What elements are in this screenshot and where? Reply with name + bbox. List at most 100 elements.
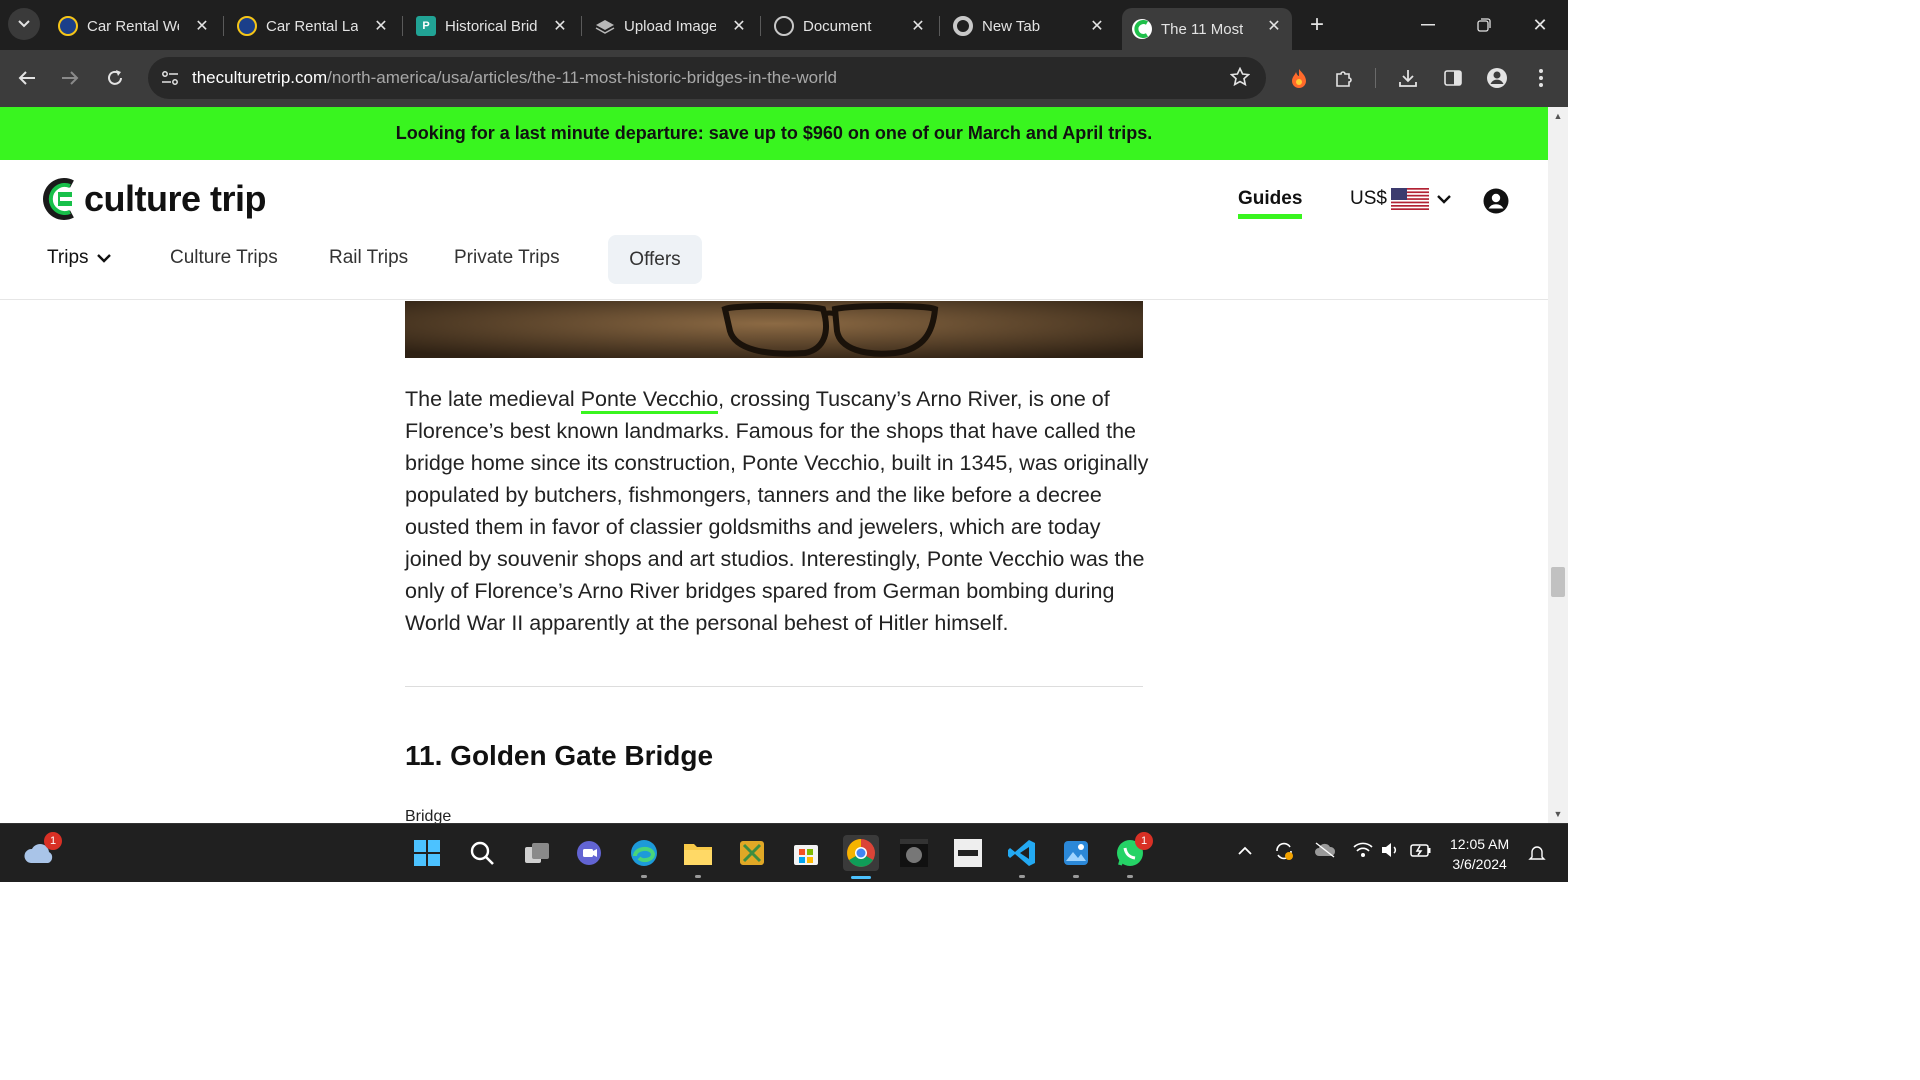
edge-browser-icon	[631, 840, 657, 866]
promo-banner[interactable]: Looking for a last minute departure: sav…	[0, 107, 1548, 160]
pes-game-app[interactable]	[897, 836, 931, 870]
nav-culture-trips[interactable]: Culture Trips	[170, 247, 278, 269]
download-icon[interactable]	[1393, 63, 1423, 93]
volume-icon[interactable]	[1381, 842, 1401, 862]
close-tab-icon[interactable]: ✕	[1264, 16, 1284, 36]
onedrive-offline-icon[interactable]	[1314, 842, 1336, 862]
side-panel-icon[interactable]	[1438, 63, 1468, 93]
extension-fire-icon[interactable]	[1284, 63, 1314, 93]
section-divider	[405, 686, 1143, 687]
minimize-icon	[1421, 24, 1435, 26]
ponte-vecchio-link[interactable]: Ponte Vecchio	[580, 387, 719, 414]
minimize-button[interactable]	[1400, 0, 1456, 50]
nav-trips-dropdown[interactable]: Trips	[47, 247, 111, 269]
weather-badge: 1	[44, 832, 62, 850]
scroll-up-arrow-icon[interactable]: ▲	[1552, 111, 1564, 121]
battery-charging-icon[interactable]	[1410, 842, 1432, 862]
forward-arrow-icon[interactable]	[55, 63, 85, 93]
bookmark-star-icon[interactable]	[1229, 66, 1251, 92]
wifi-icon[interactable]	[1353, 842, 1373, 862]
layers-favicon-icon	[595, 16, 615, 36]
globe-favicon-icon	[774, 16, 794, 36]
extensions-puzzle-icon[interactable]	[1329, 63, 1359, 93]
culture-trip-logo[interactable]: culture trip	[42, 178, 267, 220]
tab-upload-image[interactable]: Upload Image ✕	[585, 8, 757, 44]
close-tab-icon[interactable]: ✕	[908, 16, 928, 36]
whatsapp-app[interactable]: 1	[1113, 832, 1153, 878]
tab-title: Car Rental We	[87, 17, 179, 35]
taskbar-search[interactable]	[465, 836, 499, 870]
folder-icon	[684, 844, 712, 865]
car-rental-favicon-icon	[58, 16, 78, 36]
close-tab-icon[interactable]: ✕	[550, 16, 570, 36]
chevron-down-icon	[18, 20, 30, 28]
scroll-down-arrow-icon[interactable]: ▼	[1552, 809, 1564, 819]
game-icon	[900, 839, 928, 867]
new-tab-button[interactable]: +	[1297, 0, 1337, 50]
address-bar[interactable]: theculturetrip.com/north-america/usa/art…	[148, 57, 1266, 99]
nav-rail-trips[interactable]: Rail Trips	[329, 247, 408, 269]
vscode-icon	[1008, 840, 1035, 866]
close-tab-icon[interactable]: ✕	[192, 16, 212, 36]
tab-title: Historical Brid	[445, 17, 537, 35]
file-explorer-app[interactable]	[681, 836, 715, 878]
guides-link[interactable]: Guides	[1238, 188, 1303, 219]
nav-trips-label: Trips	[47, 247, 89, 268]
snipping-tool-app[interactable]	[735, 836, 769, 870]
vscode-app[interactable]	[1005, 836, 1039, 878]
edge-app[interactable]	[627, 836, 661, 878]
system-clock[interactable]: 12:05 AM 3/6/2024	[1450, 834, 1509, 874]
tab-car-rental-1[interactable]: Car Rental We ✕	[48, 8, 220, 44]
tab-car-rental-2[interactable]: Car Rental Lan ✕	[227, 8, 399, 44]
sync-icon[interactable]	[1273, 840, 1295, 866]
task-view-icon	[525, 843, 549, 863]
page-scrollbar[interactable]: ▲ ▼	[1548, 107, 1568, 823]
game-icon	[954, 839, 982, 867]
culture-trip-favicon-icon	[1132, 19, 1152, 39]
url-domain: theculturetrip.com	[192, 68, 328, 87]
tab-document[interactable]: Document ✕	[764, 8, 936, 44]
close-tab-icon[interactable]: ✕	[371, 16, 391, 36]
close-window-button[interactable]: ✕	[1512, 0, 1568, 50]
nav-offers[interactable]: Offers	[608, 235, 702, 284]
task-view-button[interactable]	[520, 836, 554, 870]
nav-private-trips[interactable]: Private Trips	[454, 247, 560, 269]
site-settings-icon[interactable]	[158, 66, 182, 90]
close-tab-icon[interactable]: ✕	[729, 16, 749, 36]
weather-widget[interactable]: 1	[22, 832, 62, 870]
currency-selector[interactable]: US$	[1350, 188, 1451, 210]
tab-search-button[interactable]	[8, 8, 40, 40]
fifa-game-app[interactable]	[951, 836, 985, 870]
scrollbar-thumb[interactable]	[1551, 567, 1565, 597]
profile-icon[interactable]	[1482, 63, 1512, 93]
chrome-app[interactable]	[843, 835, 879, 879]
tab-historical-bridges[interactable]: P Historical Brid ✕	[406, 8, 578, 44]
tab-title: Document	[803, 17, 872, 35]
section-heading: 11. Golden Gate Bridge	[405, 740, 714, 771]
teams-app[interactable]	[573, 836, 607, 870]
account-icon[interactable]	[1483, 188, 1509, 214]
back-arrow-icon[interactable]	[12, 63, 42, 93]
culture-trip-logo-icon	[43, 178, 74, 220]
running-indicator	[695, 875, 701, 878]
running-indicator	[1127, 875, 1133, 878]
paragraph-body: , crossing Tuscany’s Arno River, is one …	[405, 387, 1149, 635]
menu-kebab-icon[interactable]	[1526, 63, 1556, 93]
tab-new-tab[interactable]: New Tab ✕	[943, 8, 1115, 44]
photos-icon	[1064, 841, 1088, 865]
tray-overflow-chevron-icon[interactable]	[1238, 842, 1252, 859]
chevron-down-icon	[96, 253, 111, 263]
car-rental-favicon-icon	[237, 16, 257, 36]
clock-time: 12:05 AM	[1450, 836, 1510, 852]
tab-separator	[939, 16, 940, 36]
tab-culture-trip-active[interactable]: The 11 Most H ✕	[1122, 8, 1292, 50]
restore-icon	[1477, 18, 1491, 32]
microsoft-store-app[interactable]	[789, 836, 823, 870]
start-button[interactable]	[410, 836, 444, 870]
reload-icon[interactable]	[100, 63, 130, 93]
close-tab-icon[interactable]: ✕	[1087, 16, 1107, 36]
running-indicator	[641, 875, 647, 878]
photos-app[interactable]	[1059, 836, 1093, 878]
restore-button[interactable]	[1456, 0, 1512, 50]
notification-bell-icon[interactable]	[1528, 844, 1546, 866]
